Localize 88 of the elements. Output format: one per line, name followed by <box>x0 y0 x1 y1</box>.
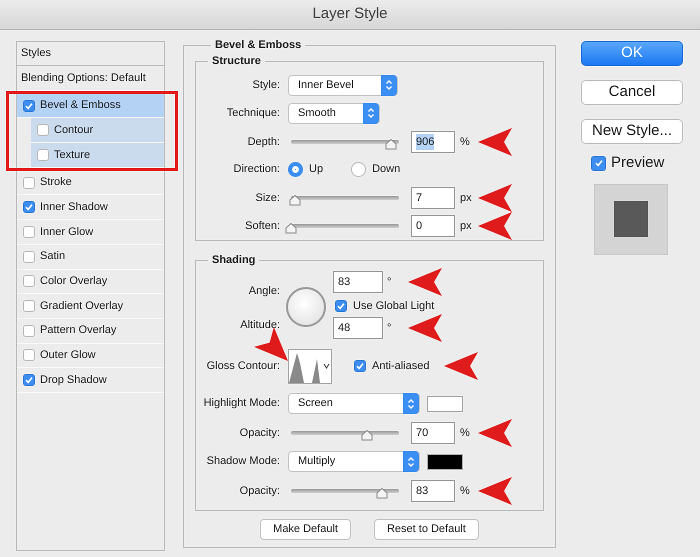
input-field[interactable]: 0 <box>411 215 455 237</box>
style-item[interactable]: Bevel & Emboss <box>17 94 164 118</box>
angle-dial[interactable] <box>286 287 326 327</box>
field-label: Size: <box>256 190 280 206</box>
selected-text[interactable]: 906 <box>416 134 434 150</box>
slider-thumb[interactable] <box>385 136 398 152</box>
style-item[interactable]: Color Overlay <box>17 270 164 294</box>
stepper-icon <box>385 79 393 91</box>
color-swatch[interactable] <box>427 454 463 470</box>
field-label: Style: <box>252 78 280 93</box>
checkbox[interactable] <box>37 124 49 136</box>
window-title: Layer Style <box>312 4 388 24</box>
stepper-icon <box>367 107 375 119</box>
field-label: Technique: <box>226 106 280 121</box>
input-field[interactable]: 83 <box>411 480 455 502</box>
checkmark-icon <box>356 362 364 370</box>
dialog-button[interactable]: New Style... <box>581 119 683 144</box>
push-button[interactable]: Reset to Default <box>374 519 479 540</box>
group-title: Bevel & Emboss <box>211 39 306 51</box>
panel-header: Styles <box>21 46 51 62</box>
slider-thumb[interactable] <box>285 220 297 236</box>
unit-label: ° <box>387 320 392 336</box>
style-item[interactable]: Contour <box>31 118 164 144</box>
radio-label[interactable]: Down <box>372 160 400 178</box>
dropdown[interactable]: Multiply <box>288 451 420 472</box>
field-label: Opacity: <box>240 484 280 499</box>
stepper-icon <box>407 456 415 468</box>
slider-thumb[interactable] <box>289 192 302 208</box>
group-title: Shading <box>208 254 260 266</box>
style-item[interactable]: Blending Options: Default <box>21 70 146 86</box>
checkbox[interactable] <box>23 349 35 362</box>
checkbox[interactable] <box>23 324 35 337</box>
checkbox[interactable] <box>335 300 347 312</box>
input-field[interactable]: 48 <box>333 317 383 339</box>
unit-label: px <box>460 190 473 206</box>
field-label: Direction: <box>234 162 280 177</box>
input-field[interactable]: 70 <box>411 422 455 444</box>
slider-thumb[interactable] <box>376 485 388 502</box>
checkbox[interactable] <box>37 148 49 161</box>
dropdown[interactable]: Smooth <box>288 102 380 124</box>
checkmark-icon <box>594 159 602 168</box>
checkbox[interactable] <box>23 300 35 312</box>
dialog-button[interactable]: Cancel <box>581 80 683 105</box>
field-label: Shadow Mode: <box>206 454 280 470</box>
checkbox-label[interactable]: Preview <box>611 152 664 174</box>
checkbox-label[interactable]: Anti-aliased <box>372 358 430 374</box>
field-label: Gloss Contour: <box>206 358 280 374</box>
unit-label: px <box>460 218 473 234</box>
checkbox-label[interactable]: Use Global Light <box>353 298 434 314</box>
checkmark-icon <box>25 203 33 212</box>
input-field[interactable]: 7 <box>411 187 455 209</box>
checkbox[interactable] <box>591 156 606 171</box>
radio-button[interactable] <box>288 162 303 176</box>
dropdown[interactable]: Inner Bevel <box>288 74 398 96</box>
field-label: Highlight Mode: <box>204 396 280 412</box>
input-field[interactable]: 906 <box>411 131 455 153</box>
push-button[interactable]: Make Default <box>260 519 351 540</box>
unit-label: % <box>460 426 471 441</box>
stepper-icon <box>407 398 415 410</box>
checkmark-icon <box>337 302 345 310</box>
group-title: Structure <box>208 55 265 67</box>
slider-thumb[interactable] <box>360 427 373 444</box>
checkbox[interactable] <box>23 201 35 214</box>
checkbox[interactable] <box>23 275 35 288</box>
field-label: Soften: <box>245 218 280 234</box>
field-label: Opacity: <box>240 426 280 441</box>
dropdown[interactable]: Screen <box>288 393 420 414</box>
radio-button[interactable] <box>351 162 366 176</box>
checkbox[interactable] <box>23 100 35 112</box>
field-label: Angle: <box>248 284 280 299</box>
field-label: Altitude: <box>240 318 280 332</box>
checkmark-icon <box>25 376 33 384</box>
checkbox[interactable] <box>23 250 35 263</box>
radio-label[interactable]: Up <box>309 160 324 178</box>
color-swatch[interactable] <box>427 396 463 412</box>
unit-label: % <box>460 484 471 499</box>
checkbox[interactable] <box>23 374 35 386</box>
field-label: Depth: <box>248 134 280 150</box>
unit-label: ° <box>387 274 392 290</box>
input-field[interactable]: 83 <box>333 271 383 293</box>
style-item[interactable]: Outer Glow <box>17 344 164 368</box>
checkmark-icon <box>25 102 33 110</box>
style-item[interactable]: Texture <box>31 143 164 168</box>
checkbox[interactable] <box>354 360 366 372</box>
contour-picker[interactable] <box>288 348 332 384</box>
unit-label: % <box>460 134 471 150</box>
checkbox[interactable] <box>23 176 35 189</box>
checkbox[interactable] <box>23 226 35 238</box>
